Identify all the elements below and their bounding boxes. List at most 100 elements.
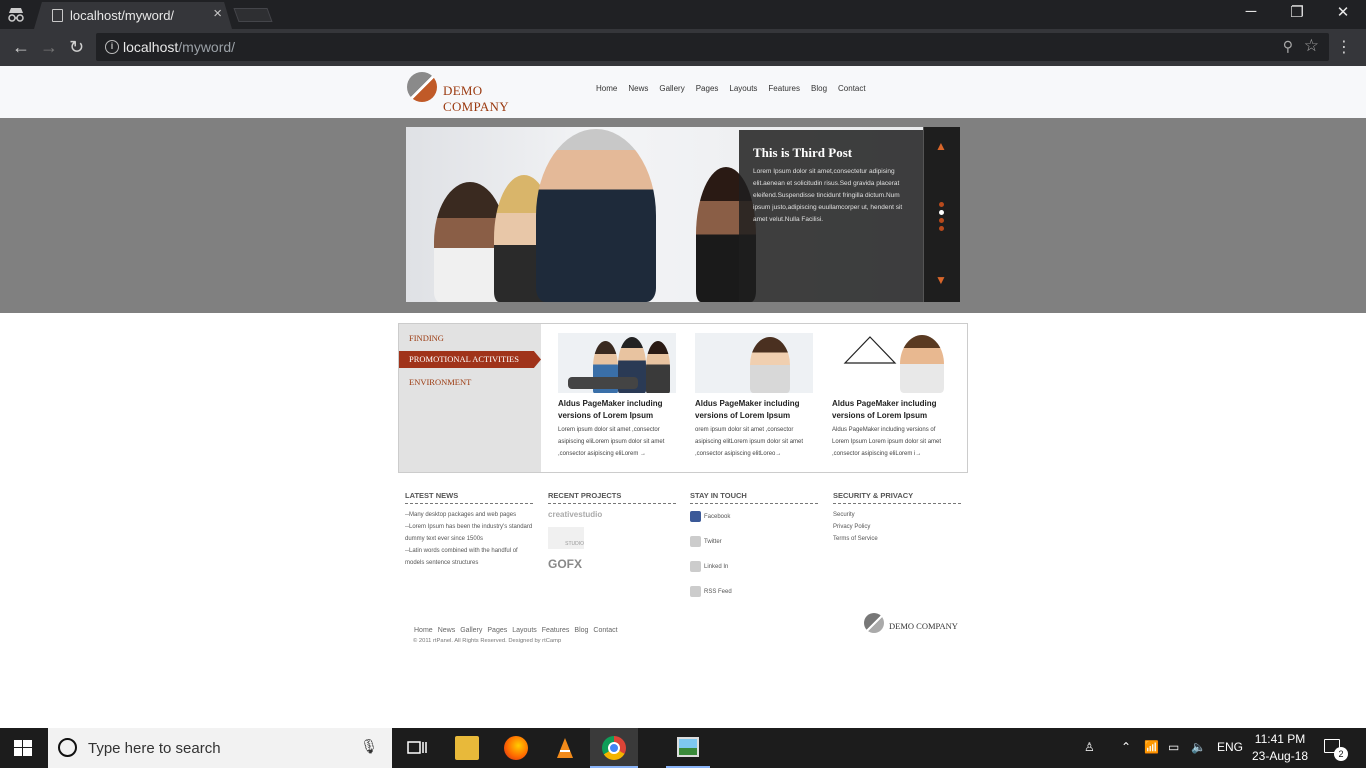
social-label: Linked In: [704, 563, 729, 570]
chevron-up-icon[interactable]: ⌃: [1121, 740, 1131, 754]
terms-link[interactable]: Terms of Service: [833, 533, 961, 545]
footer-heading: STAY IN TOUCH: [690, 491, 818, 504]
close-icon[interactable]: ✕: [1320, 3, 1366, 21]
address-bar[interactable]: i localhost/myword/ ⚲ ☆: [96, 33, 1329, 61]
security-link[interactable]: Security: [833, 509, 961, 521]
slide-title: This is Third Post: [753, 145, 853, 160]
slider-dot[interactable]: [939, 202, 944, 207]
footer-link[interactable]: Features: [542, 627, 570, 634]
footer-nav: Home News Gallery Pages Layouts Features…: [414, 627, 618, 634]
privacy-link[interactable]: Privacy Policy: [833, 521, 961, 533]
browser-toolbar: ← → ↻ i localhost/myword/ ⚲ ☆ ⋮: [0, 29, 1366, 66]
vlc-icon[interactable]: [553, 736, 577, 760]
social-twitter[interactable]: Twitter: [690, 536, 818, 547]
task-view-icon[interactable]: [405, 736, 429, 760]
nav-home[interactable]: Home: [596, 84, 617, 93]
slider-dot[interactable]: [939, 226, 944, 231]
footer-security: SECURITY & PRIVACY Security Privacy Poli…: [833, 491, 961, 545]
facebook-icon: [690, 511, 701, 522]
footer-logo[interactable]: DEMO COMPANY: [864, 613, 964, 641]
microphone-icon[interactable]: 🎙: [360, 738, 378, 755]
triangle-sketch-icon: [843, 336, 897, 364]
url-host: localhost: [123, 39, 179, 55]
nav-blog[interactable]: Blog: [811, 84, 827, 93]
slider-up-icon[interactable]: ▲: [935, 139, 947, 153]
footer-link[interactable]: Pages: [487, 627, 507, 634]
footer-link[interactable]: Layouts: [512, 627, 537, 634]
reload-icon[interactable]: ↻: [69, 37, 84, 58]
cortana-icon: [58, 738, 77, 757]
incognito-icon[interactable]: [6, 6, 26, 24]
footer-link[interactable]: Contact: [593, 627, 617, 634]
content-card: Aldus PageMaker including versions of Lo…: [695, 333, 815, 460]
new-tab-button[interactable]: [233, 8, 273, 22]
project-logo[interactable]: creativestudio: [548, 510, 676, 519]
news-item[interactable]: --Latin words combined with the handful …: [405, 545, 533, 569]
windows-start-icon[interactable]: [14, 740, 32, 756]
social-label: Twitter: [704, 538, 722, 545]
footer-heading: SECURITY & PRIVACY: [833, 491, 961, 504]
battery-icon[interactable]: ▭: [1168, 740, 1179, 754]
nav-news[interactable]: News: [628, 84, 648, 93]
zoom-icon[interactable]: ⚲: [1283, 38, 1293, 55]
firefox-icon[interactable]: [504, 736, 528, 760]
file-explorer-icon[interactable]: [455, 736, 479, 760]
notification-badge: 2: [1334, 747, 1348, 761]
tab-close-button[interactable]: ×: [213, 5, 222, 22]
site-logo[interactable]: DEMO COMPANY: [407, 72, 547, 114]
content-card: Aldus PageMaker including versions of Lo…: [558, 333, 678, 460]
project-logo[interactable]: STUDIO: [548, 527, 584, 549]
back-icon[interactable]: ←: [12, 37, 30, 58]
menu-icon[interactable]: ⋮: [1336, 37, 1352, 57]
social-linkedin[interactable]: Linked In: [690, 561, 818, 572]
nav-layouts[interactable]: Layouts: [729, 84, 757, 93]
tab-finding[interactable]: FINDING: [409, 333, 444, 343]
footer-link[interactable]: Home: [414, 627, 433, 634]
card-title[interactable]: Aldus PageMaker including versions of Lo…: [558, 398, 678, 422]
nav-gallery[interactable]: Gallery: [659, 84, 684, 93]
social-facebook[interactable]: Facebook: [690, 511, 818, 522]
project-logo[interactable]: GOFX: [548, 557, 676, 571]
minimize-icon[interactable]: ─: [1228, 3, 1274, 20]
clock[interactable]: 11:41 PM 23-Aug-18: [1252, 731, 1308, 765]
logo-mark-icon: [407, 72, 437, 102]
nav-pages[interactable]: Pages: [696, 84, 719, 93]
slider-dot[interactable]: [939, 218, 944, 223]
social-rss[interactable]: RSS Feed: [690, 586, 818, 597]
network-icon[interactable]: 📶: [1144, 740, 1159, 754]
browser-tab[interactable]: localhost/myword/ ×: [34, 2, 232, 29]
card-title[interactable]: Aldus PageMaker including versions of Lo…: [695, 398, 815, 422]
news-item[interactable]: --Lorem Ipsum has been the industry's st…: [405, 521, 533, 545]
info-icon[interactable]: i: [105, 40, 119, 54]
nav-contact[interactable]: Contact: [838, 84, 866, 93]
footer-link[interactable]: Gallery: [460, 627, 482, 634]
image-slider[interactable]: This is Third Post Lorem Ipsum dolor sit…: [406, 127, 960, 302]
card-description: orem ipsum dolor sit amet ,consector asi…: [695, 427, 804, 457]
restore-icon[interactable]: ❐: [1274, 3, 1320, 21]
people-icon[interactable]: ♙: [1084, 740, 1095, 754]
slide-body: Lorem Ipsum dolor sit amet,consectetur a…: [753, 168, 903, 223]
tab-environment[interactable]: ENVIRONMENT: [409, 377, 471, 387]
card-title[interactable]: Aldus PageMaker including versions of Lo…: [832, 398, 952, 422]
logo-mark-icon: [864, 613, 884, 633]
footer-link[interactable]: Blog: [574, 627, 588, 634]
footer-heading: RECENT PROJECTS: [548, 491, 676, 504]
slide-person-image: [536, 129, 656, 302]
url-text[interactable]: localhost/myword/: [123, 39, 235, 55]
forward-icon[interactable]: →: [40, 37, 58, 58]
slider-down-icon[interactable]: ▼: [935, 273, 947, 287]
photos-taskbar-item[interactable]: [666, 728, 710, 768]
volume-icon[interactable]: 🔈: [1191, 740, 1206, 754]
chrome-taskbar-item[interactable]: [590, 728, 638, 768]
taskbar-search[interactable]: Type here to search 🎙: [48, 728, 392, 768]
news-item[interactable]: --Many desktop packages and web pages: [405, 509, 533, 521]
social-label: Facebook: [704, 513, 731, 520]
footer-link[interactable]: News: [438, 627, 456, 634]
tab-promotional-activities[interactable]: PROMOTIONAL ACTIVITIES: [399, 351, 541, 368]
footer-logo-name: DEMO COMPANY: [889, 621, 958, 631]
slider-dot-active[interactable]: [939, 210, 944, 215]
nav-features[interactable]: Features: [768, 84, 800, 93]
star-icon[interactable]: ☆: [1304, 36, 1319, 56]
search-placeholder: Type here to search: [88, 740, 221, 757]
language-indicator[interactable]: ENG: [1217, 740, 1243, 754]
